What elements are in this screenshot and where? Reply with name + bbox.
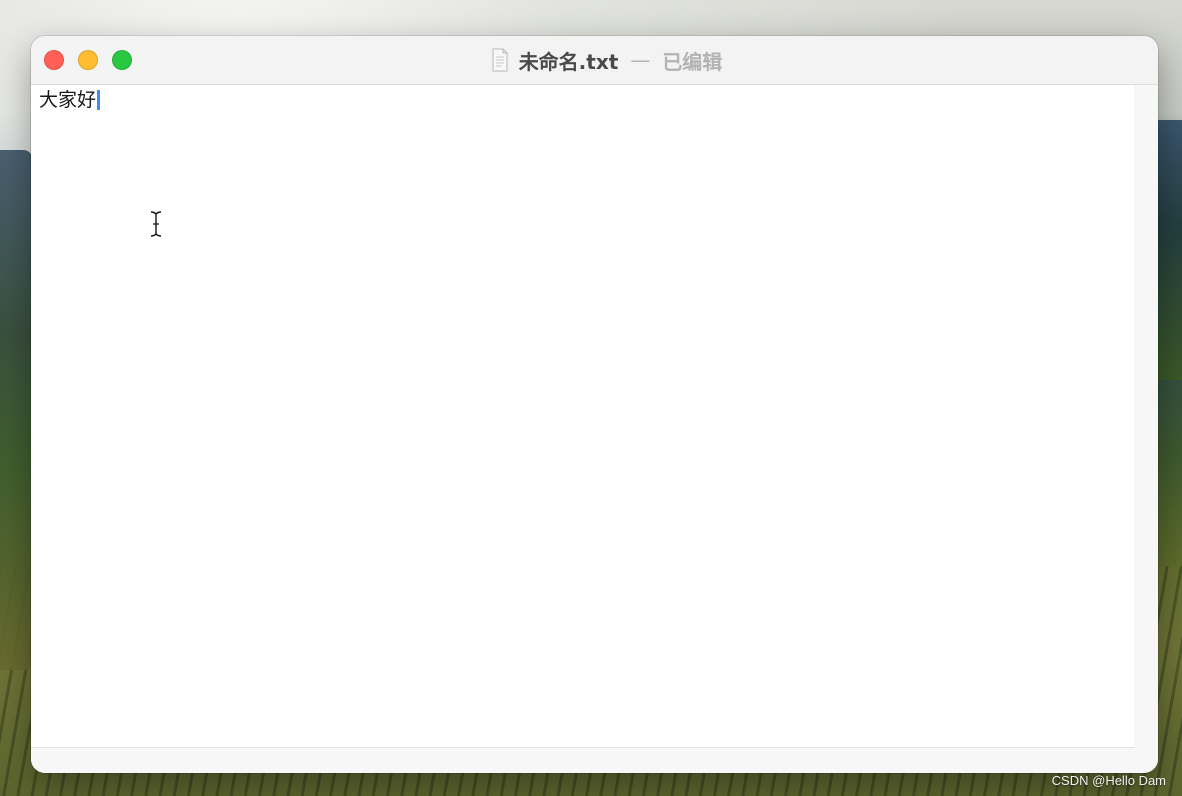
desktop: 未命名.txt — 已编辑 大家好 CSDN @Hello Dam bbox=[0, 0, 1182, 796]
edited-status: 已编辑 bbox=[662, 49, 723, 74]
i-beam-cursor-icon bbox=[148, 210, 164, 238]
file-name[interactable]: 未命名.txt bbox=[519, 46, 619, 75]
text-editor-area[interactable]: 大家好 bbox=[31, 85, 1135, 748]
editor-content[interactable]: 大家好 bbox=[39, 87, 101, 113]
text-caret bbox=[97, 90, 101, 110]
title-separator: — bbox=[630, 48, 651, 72]
textedit-window: 未命名.txt — 已编辑 大家好 bbox=[31, 36, 1158, 773]
document-icon bbox=[491, 48, 509, 72]
vertical-scrollbar[interactable] bbox=[1134, 85, 1158, 747]
horizontal-scrollbar[interactable] bbox=[31, 748, 1158, 773]
watermark-text: CSDN @Hello Dam bbox=[1051, 773, 1166, 788]
window-title: 未命名.txt — 已编辑 bbox=[31, 36, 1158, 84]
title-bar[interactable]: 未命名.txt — 已编辑 bbox=[31, 36, 1158, 85]
editor-text: 大家好 bbox=[39, 89, 97, 111]
